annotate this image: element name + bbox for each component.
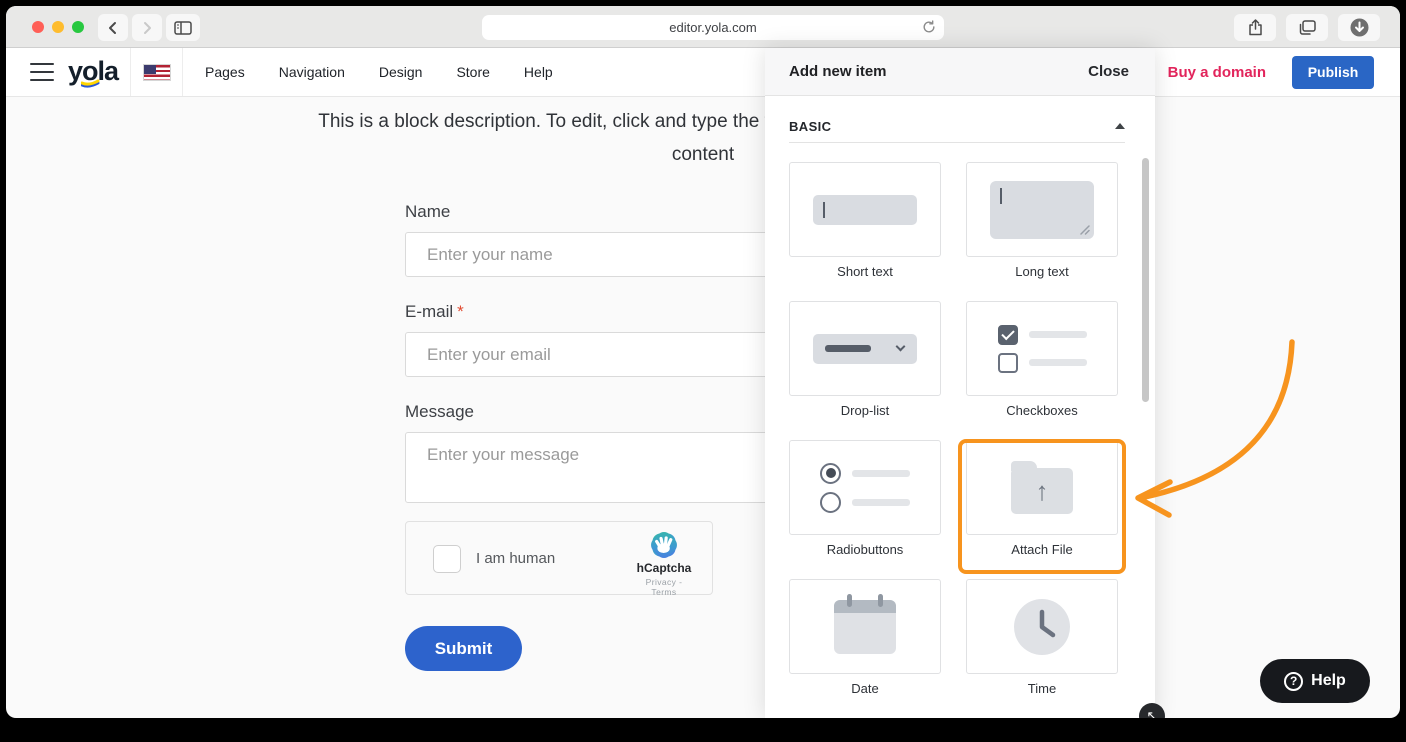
tab-overview-button[interactable]: [1286, 14, 1328, 41]
publish-button[interactable]: Publish: [1292, 56, 1374, 89]
radiobuttons-icon: [820, 463, 910, 513]
divider: [182, 48, 183, 96]
address-bar[interactable]: editor.yola.com: [482, 15, 944, 40]
editor-navbar: yola Pages Navigation Design Store Help …: [6, 48, 1400, 97]
calendar-icon: [834, 600, 896, 654]
nav-item-store[interactable]: Store: [456, 64, 489, 80]
item-grid: Short text Long text Drop-list: [789, 162, 1155, 696]
grid-item-checkboxes: Checkboxes: [966, 301, 1118, 418]
share-icon: [1248, 19, 1263, 36]
tabs-icon: [1299, 20, 1316, 35]
grid-item-drop-list: Drop-list: [789, 301, 941, 418]
required-asterisk: *: [457, 302, 464, 321]
hcaptcha-brand: hCaptcha: [632, 561, 696, 575]
reload-icon[interactable]: [922, 20, 936, 34]
hcaptcha-privacy-terms[interactable]: Privacy - Terms: [632, 577, 696, 597]
nav-item-navigation[interactable]: Navigation: [279, 64, 345, 80]
drop-list-tile[interactable]: [789, 301, 941, 396]
zoom-window-button[interactable]: [72, 21, 84, 33]
language-flag-us[interactable]: [143, 64, 171, 81]
hcaptcha-checkbox-label: I am human: [476, 550, 555, 567]
message-label: Message: [405, 402, 478, 422]
divider: [130, 48, 131, 96]
grid-item-radiobuttons: Radiobuttons: [789, 440, 941, 557]
divider: [789, 142, 1125, 143]
long-text-tile[interactable]: [966, 162, 1118, 257]
hcaptcha-widget: I am human hCaptcha Privacy - Terms: [405, 521, 713, 595]
panel-title: Add new item: [789, 63, 887, 80]
hcaptcha-logo-icon: [649, 530, 679, 560]
block-description[interactable]: This is a block description. To edit, cl…: [6, 105, 1400, 171]
nav-links: Pages Navigation Design Store Help: [205, 48, 553, 96]
back-icon: [107, 21, 119, 35]
panel-header: Add new item Close: [765, 48, 1155, 96]
url-text: editor.yola.com: [669, 20, 756, 35]
browser-toolbar: editor.yola.com: [6, 6, 1400, 48]
section-basic-label: BASIC: [789, 119, 831, 134]
radiobuttons-tile[interactable]: [789, 440, 941, 535]
drop-list-icon: [813, 334, 917, 364]
long-text-icon: [990, 181, 1094, 239]
sidebar-icon: [174, 21, 192, 35]
download-icon: [1350, 18, 1369, 37]
downloads-button[interactable]: [1338, 14, 1380, 41]
buy-a-domain-link[interactable]: Buy a domain: [1168, 64, 1266, 81]
date-tile[interactable]: [789, 579, 941, 674]
nav-item-design[interactable]: Design: [379, 64, 423, 80]
short-text-icon: [813, 195, 917, 225]
submit-button[interactable]: Submit: [405, 626, 522, 671]
back-button[interactable]: [98, 14, 128, 41]
yola-logo[interactable]: yola: [68, 56, 118, 87]
yola-logo-swoosh: [81, 79, 101, 88]
share-button[interactable]: [1234, 14, 1276, 41]
name-label: Name: [405, 202, 454, 222]
collapse-caret-icon: [1115, 123, 1125, 129]
clock-icon: [1014, 599, 1070, 655]
nav-item-help[interactable]: Help: [524, 64, 553, 80]
email-label: E-mail*: [405, 302, 464, 322]
close-window-button[interactable]: [32, 21, 44, 33]
short-text-tile[interactable]: [789, 162, 941, 257]
sidebar-toggle-button[interactable]: [166, 14, 200, 41]
attach-file-icon: ↑: [1011, 468, 1073, 514]
hcaptcha-checkbox[interactable]: [433, 545, 461, 573]
grid-item-short-text: Short text: [789, 162, 941, 279]
help-button[interactable]: ? Help: [1260, 659, 1370, 703]
grid-item-attach-file: ↑ Attach File: [966, 440, 1118, 557]
section-basic-toggle[interactable]: BASIC: [789, 113, 1125, 139]
time-tile[interactable]: [966, 579, 1118, 674]
grid-item-long-text: Long text: [966, 162, 1118, 279]
grid-item-time: Time: [966, 579, 1118, 696]
attach-file-tile[interactable]: ↑: [966, 440, 1118, 535]
nav-item-pages[interactable]: Pages: [205, 64, 245, 80]
cursor-indicator: ↖: [1139, 703, 1165, 718]
add-new-item-panel: Add new item Close BASIC Short text Long…: [765, 48, 1155, 718]
grid-item-date: Date: [789, 579, 941, 696]
forward-button[interactable]: [132, 14, 162, 41]
checkboxes-tile[interactable]: [966, 301, 1118, 396]
panel-scrollbar[interactable]: [1142, 158, 1149, 402]
menu-button[interactable]: [30, 63, 54, 81]
minimize-window-button[interactable]: [52, 21, 64, 33]
forward-icon: [141, 21, 153, 35]
browser-window: editor.yola.com: [6, 6, 1400, 718]
checkboxes-icon: [998, 325, 1087, 373]
close-panel-button[interactable]: Close: [1088, 63, 1129, 80]
question-mark-icon: ?: [1284, 672, 1303, 691]
